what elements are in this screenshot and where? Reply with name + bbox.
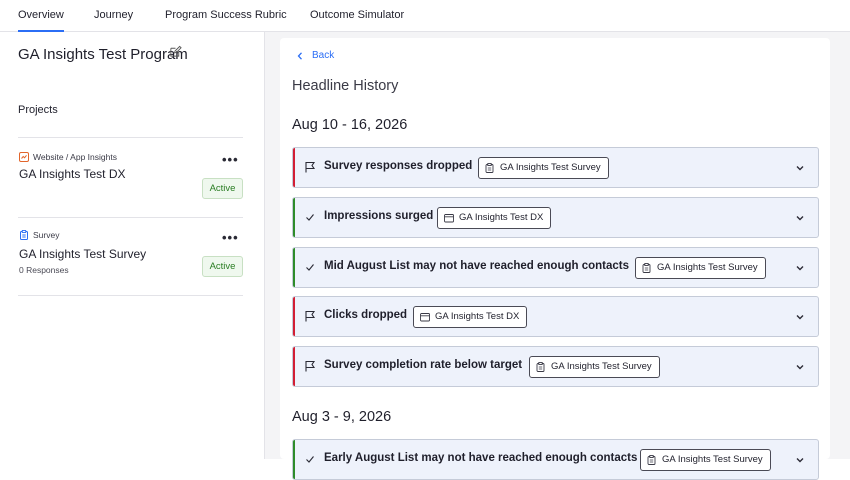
project-more-button[interactable]: •••: [222, 153, 239, 166]
project-more-button[interactable]: •••: [222, 231, 239, 244]
status-bar: [293, 148, 295, 187]
project-tag-label: GA Insights Test Survey: [500, 162, 601, 173]
chevron-down-icon[interactable]: [795, 263, 805, 273]
flag-icon: [305, 310, 316, 322]
divider: [18, 137, 243, 138]
project-type-label: Survey: [33, 230, 60, 240]
check-icon: [306, 456, 314, 463]
headline-title: Clicks dropped: [324, 309, 408, 321]
project-tag[interactable]: GA Insights Test DX: [413, 306, 528, 328]
status-bar: [293, 198, 295, 237]
project-tag-label: GA Insights Test Survey: [551, 361, 652, 372]
status-bar: [293, 440, 295, 479]
website-insights-icon: [19, 152, 29, 162]
project-tag-label: GA Insights Test Survey: [657, 262, 758, 273]
week-label: Aug 10 - 16, 2026: [292, 117, 408, 133]
chevron-down-icon[interactable]: [795, 163, 805, 173]
project-tag[interactable]: GA Insights Test Survey: [478, 157, 609, 179]
back-link[interactable]: Back: [297, 50, 334, 61]
tab-overview[interactable]: Overview: [18, 0, 64, 32]
headline-item[interactable]: Clicks dropped GA Insights Test DX: [292, 296, 819, 337]
headline-title: Mid August List may not have reached eno…: [324, 260, 630, 272]
status-bar: [293, 248, 295, 287]
program-sidebar: GA Insights Test Program Projects Websit…: [0, 32, 265, 459]
project-tag[interactable]: GA Insights Test DX: [437, 207, 552, 229]
check-icon: [306, 264, 314, 271]
window-icon: [420, 313, 430, 322]
flag-icon: [305, 161, 316, 173]
project-tag-label: GA Insights Test Survey: [662, 454, 763, 465]
flag-icon: [305, 360, 316, 372]
survey-icon: [20, 230, 28, 240]
edit-icon[interactable]: [169, 45, 182, 58]
project-responses-count: 0 Responses: [19, 265, 69, 275]
tab-program-success-rubric[interactable]: Program Success Rubric: [165, 0, 287, 32]
headline-title: Early August List may not have reached e…: [324, 452, 638, 464]
divider: [18, 217, 243, 218]
headline-item[interactable]: Survey completion rate below target GA I…: [292, 346, 819, 387]
headline-item[interactable]: Survey responses dropped GA Insights Tes…: [292, 147, 819, 188]
week-label: Aug 3 - 9, 2026: [292, 409, 392, 425]
window-icon: [444, 214, 454, 223]
divider: [18, 295, 243, 296]
project-tag-label: GA Insights Test DX: [435, 311, 520, 322]
project-type-label: Website / App Insights: [33, 152, 117, 162]
tab-outcome-simulator[interactable]: Outcome Simulator: [310, 0, 404, 32]
project-tag-label: GA Insights Test DX: [459, 212, 544, 223]
chevron-down-icon[interactable]: [795, 312, 805, 322]
survey-icon: [485, 163, 494, 173]
projects-heading: Projects: [18, 104, 58, 116]
program-title: GA Insights Test Program: [18, 46, 188, 63]
survey-icon: [647, 455, 656, 465]
status-badge: Active: [202, 256, 243, 277]
status-badge: Active: [202, 178, 243, 199]
chevron-left-icon: [297, 51, 302, 60]
headline-item[interactable]: Early August List may not have reached e…: [292, 439, 819, 480]
back-label: Back: [312, 50, 335, 61]
chevron-down-icon[interactable]: [795, 455, 805, 465]
check-icon: [306, 214, 314, 221]
project-name: GA Insights Test DX: [19, 167, 126, 181]
headline-item[interactable]: Impressions surged GA Insights Test DX: [292, 197, 819, 238]
top-tab-bar: Overview Journey Program Success Rubric …: [0, 0, 850, 32]
chevron-down-icon[interactable]: [795, 213, 805, 223]
page-title: Headline History: [292, 78, 399, 94]
headline-title: Impressions surged: [324, 210, 434, 222]
status-bar: [293, 347, 295, 386]
status-bar: [293, 297, 295, 336]
headline-title: Survey completion rate below target: [324, 359, 523, 371]
headline-title: Survey responses dropped: [324, 160, 473, 172]
chevron-down-icon[interactable]: [795, 362, 805, 372]
headline-item[interactable]: Mid August List may not have reached eno…: [292, 247, 819, 288]
project-name: GA Insights Test Survey: [19, 247, 147, 261]
survey-icon: [642, 263, 651, 273]
project-tag[interactable]: GA Insights Test Survey: [529, 356, 660, 378]
tab-journey[interactable]: Journey: [94, 0, 133, 32]
project-tag[interactable]: GA Insights Test Survey: [640, 449, 771, 471]
project-tag[interactable]: GA Insights Test Survey: [635, 257, 766, 279]
survey-icon: [536, 362, 545, 372]
